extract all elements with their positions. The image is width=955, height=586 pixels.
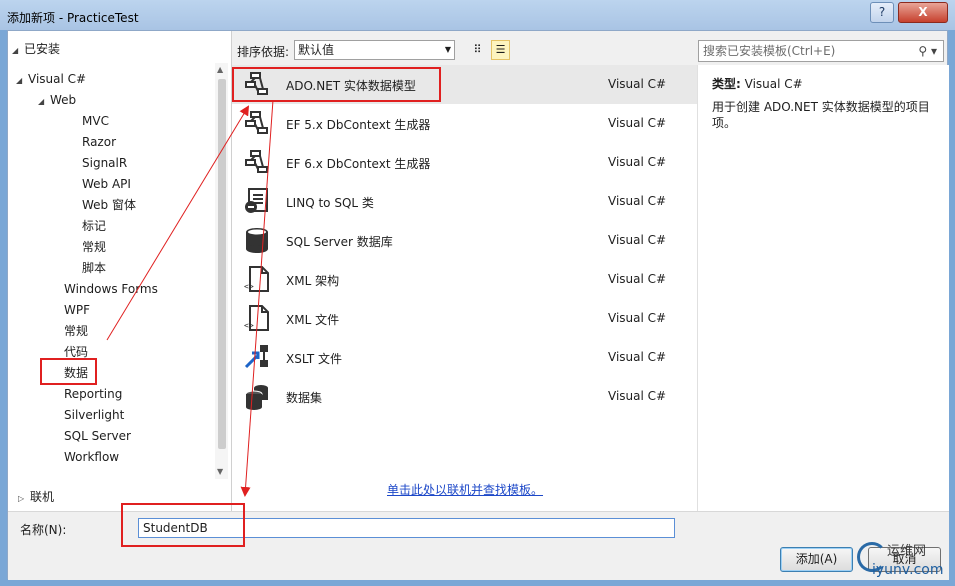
arrow-to-name	[240, 99, 274, 497]
arrow-to-template	[106, 105, 250, 341]
site-watermark: 运维网 iyunv.com	[857, 540, 949, 580]
annotation-arrows	[106, 99, 274, 497]
watermark-line1: 运维网	[887, 544, 927, 559]
watermark-line2: iyunv.com	[872, 562, 944, 578]
